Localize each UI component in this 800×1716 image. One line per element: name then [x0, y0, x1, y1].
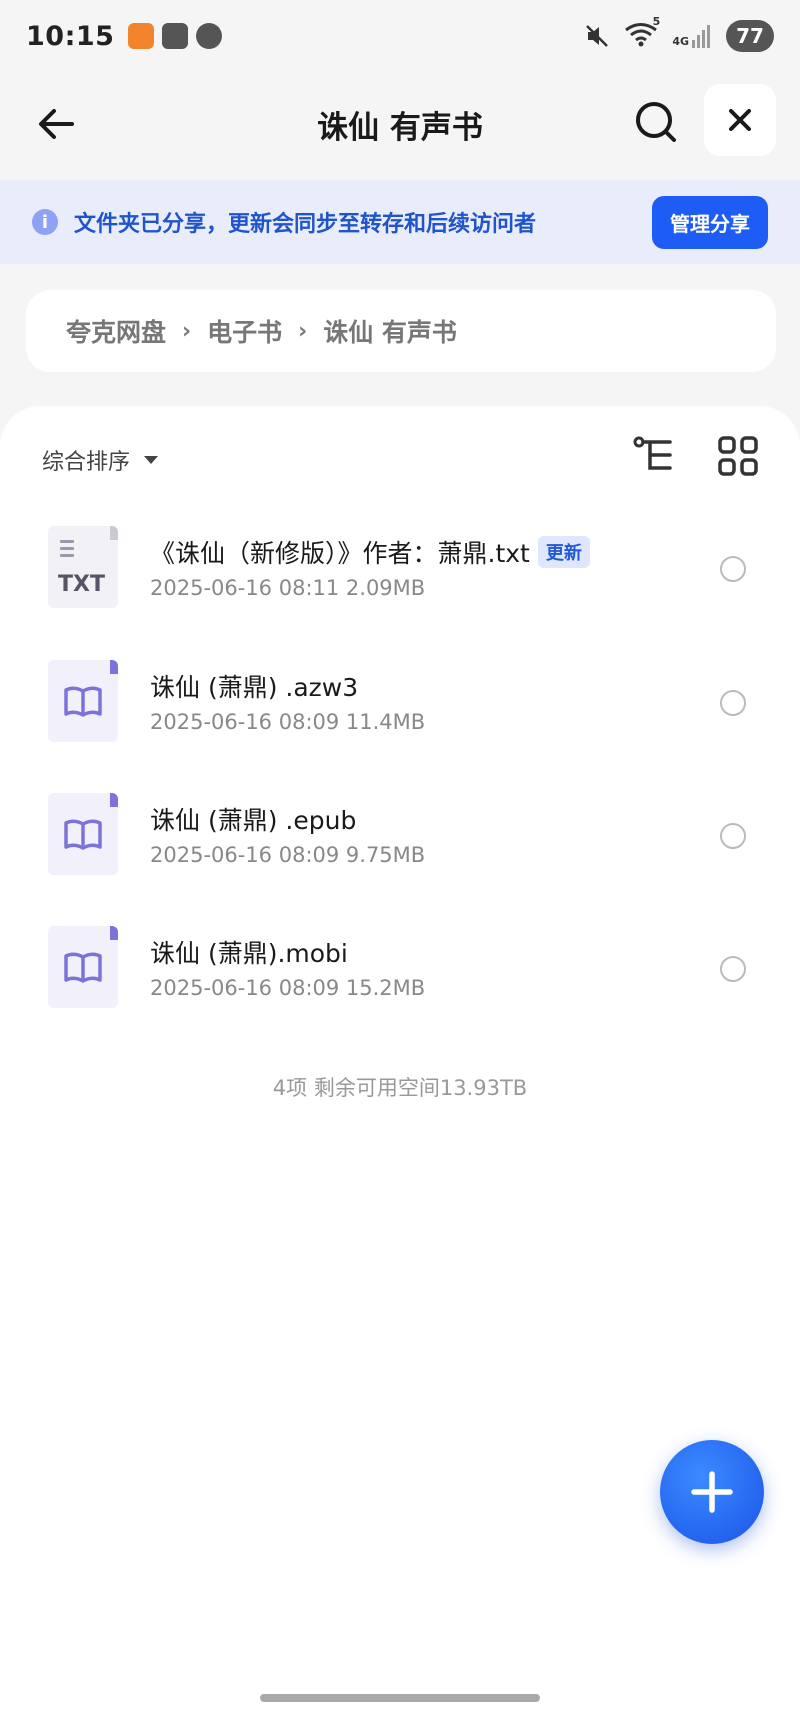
file-name: 《诛仙（新修版）》作者：萧鼎.txt 更新: [150, 534, 590, 570]
chevron-right-icon: ›: [298, 318, 308, 344]
list-item[interactable]: 诛仙 (萧鼎) .azw3 2025-06-16 08:09 11.4MB: [0, 660, 800, 770]
battery-indicator: 77: [726, 20, 774, 52]
txt-thumb-label: TXT: [58, 572, 105, 597]
sort-dropdown[interactable]: 综合排序: [42, 444, 159, 476]
task-notification-icon: [162, 23, 189, 49]
close-button[interactable]: [704, 84, 776, 156]
file-name: 诛仙 (萧鼎) .epub: [150, 806, 357, 835]
breadcrumb-item-root[interactable]: 夸克网盘: [66, 313, 166, 349]
list-item[interactable]: 诛仙 (萧鼎).mobi 2025-06-16 08:09 15.2MB: [0, 926, 800, 1036]
file-name-text: 《诛仙（新修版）》作者：萧鼎.txt: [150, 539, 530, 568]
home-indicator[interactable]: [260, 1694, 540, 1702]
file-corner-mark: [110, 526, 118, 540]
list-item[interactable]: 诛仙 (萧鼎) .epub 2025-06-16 08:09 9.75MB: [0, 793, 800, 903]
plus-icon: [691, 1471, 733, 1513]
breadcrumb-item-ebooks[interactable]: 电子书: [207, 313, 282, 349]
file-corner-mark: [110, 660, 118, 674]
list-item[interactable]: TXT 《诛仙（新修版）》作者：萧鼎.txt 更新 2025-06-16 08:1…: [0, 526, 800, 636]
breadcrumb-item-current: 诛仙 有声书: [323, 318, 457, 347]
notification-icons: [128, 23, 223, 49]
signal-icon: [692, 25, 710, 48]
wifi-status: 5: [624, 15, 660, 51]
ebook-file-icon: [48, 793, 118, 875]
chevron-right-icon: ›: [182, 318, 192, 344]
breadcrumb: 夸克网盘 › 电子书 › 诛仙 有声书: [26, 290, 776, 372]
status-bar: 10:15 5 4G 77: [0, 0, 800, 72]
book-icon: [64, 686, 102, 717]
txt-lines-mark: [60, 540, 74, 561]
app-notification-icon: [128, 23, 155, 49]
update-badge: 更新: [537, 536, 590, 568]
file-corner-mark: [110, 793, 118, 807]
select-radio[interactable]: [720, 956, 746, 982]
select-radio[interactable]: [720, 690, 746, 716]
share-banner: i 文件夹已分享，更新会同步至转存和后续访问者 管理分享: [0, 180, 800, 264]
manage-share-button[interactable]: 管理分享: [652, 195, 768, 249]
mute-icon: [586, 25, 609, 47]
sort-label: 综合排序: [42, 450, 131, 475]
file-meta: 2025-06-16 08:11 2.09MB: [150, 576, 426, 600]
file-meta: 2025-06-16 08:09 11.4MB: [150, 710, 426, 734]
cellular-status: 4G: [672, 24, 712, 48]
caret-down-icon: [144, 456, 159, 464]
select-radio[interactable]: [720, 823, 746, 849]
status-time: 10:15: [26, 20, 115, 52]
txt-file-icon: TXT: [48, 526, 118, 608]
tree-view-icon[interactable]: [632, 434, 676, 478]
ebook-file-icon: [48, 926, 118, 1008]
select-radio[interactable]: [720, 556, 746, 582]
close-icon: [729, 109, 751, 131]
wifi-badge: 5: [652, 15, 661, 28]
header: 诛仙 有声书: [0, 80, 800, 176]
file-corner-mark: [110, 926, 118, 940]
book-icon: [64, 819, 102, 850]
network-type: 4G: [672, 35, 689, 48]
storage-summary: 4项 剩余可用空间13.93TB: [272, 1076, 528, 1100]
file-meta: 2025-06-16 08:09 15.2MB: [150, 976, 426, 1000]
book-icon: [64, 952, 102, 983]
info-icon: i: [32, 209, 58, 235]
file-name: 诛仙 (萧鼎) .azw3: [150, 673, 359, 702]
message-notification-icon: [196, 23, 223, 49]
share-banner-text: 文件夹已分享，更新会同步至转存和后续访问者: [74, 212, 537, 237]
status-indicators: 5 4G 77: [584, 15, 774, 52]
file-meta: 2025-06-16 08:09 9.75MB: [150, 843, 426, 867]
ebook-file-icon: [48, 660, 118, 742]
search-icon[interactable]: [630, 96, 682, 148]
add-button[interactable]: [660, 1440, 764, 1544]
grid-view-icon[interactable]: [716, 434, 760, 478]
file-name: 诛仙 (萧鼎).mobi: [150, 939, 348, 968]
